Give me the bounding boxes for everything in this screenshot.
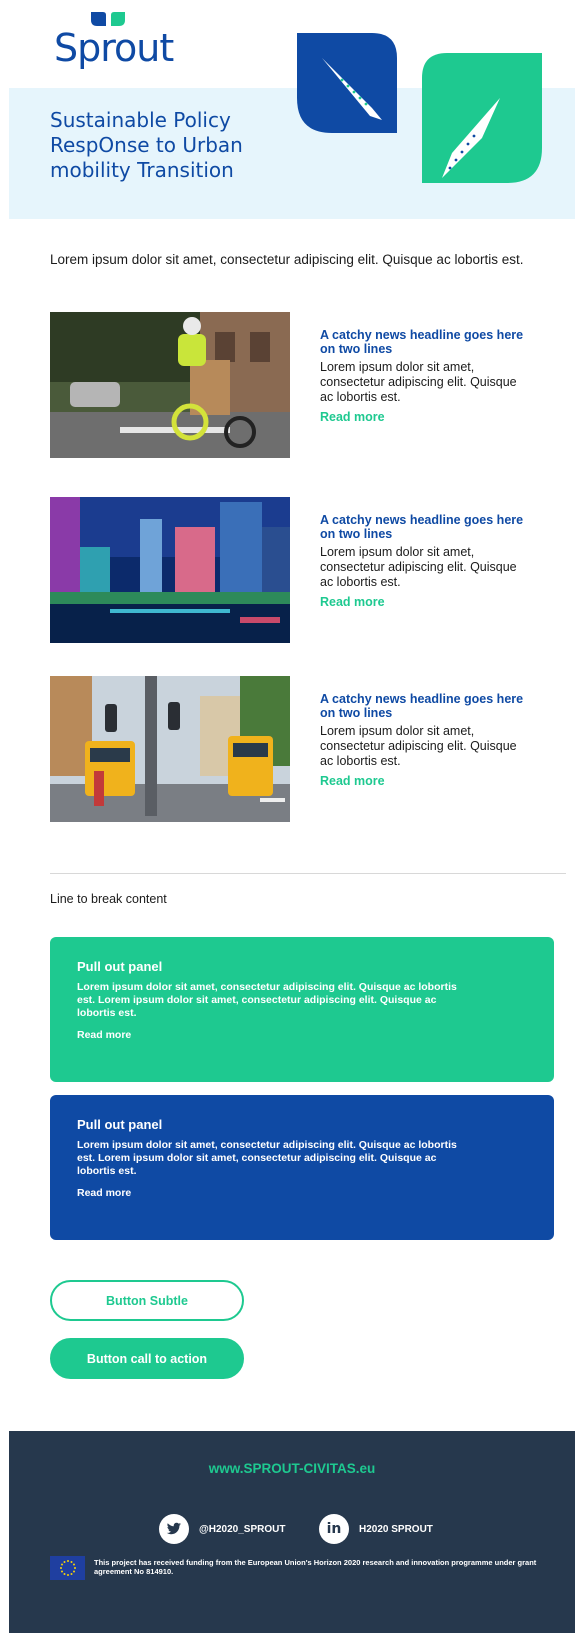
footer-website-link[interactable]: www.SPROUT-CIVITAS.eu: [9, 1461, 575, 1476]
panel-text: Lorem ipsum dolor sit amet, consectetur …: [77, 1139, 457, 1177]
button-subtle[interactable]: Button Subtle: [50, 1280, 244, 1321]
read-more-link[interactable]: Read more: [320, 595, 530, 609]
news-text: Lorem ipsum dolor sit amet, consectetur …: [320, 545, 517, 589]
panel-read-more-link[interactable]: Read more: [77, 1187, 527, 1199]
pull-out-panel-blue: Pull out panel Lorem ipsum dolor sit ame…: [50, 1095, 554, 1240]
break-text: Line to break content: [50, 892, 167, 906]
button-call-to-action[interactable]: Button call to action: [50, 1338, 244, 1379]
content-divider: [50, 873, 566, 874]
read-more-link[interactable]: Read more: [320, 774, 530, 788]
linkedin-link[interactable]: in H2020 SPROUT: [319, 1514, 433, 1544]
newsletter-page: Sprout Sustainable Policy RespOnse to Ur…: [9, 0, 575, 1633]
news-body: A catchy news headline goes here on two …: [320, 692, 530, 788]
news-item: A catchy news headline goes here on two …: [50, 676, 540, 824]
panel-title: Pull out panel: [77, 1117, 163, 1132]
cargo-bike-photo-icon: [50, 312, 290, 458]
news-headline[interactable]: A catchy news headline goes here on two …: [320, 328, 530, 356]
city-night-photo-icon: [50, 497, 290, 643]
twitter-link[interactable]: @H2020_SPROUT: [159, 1514, 285, 1544]
logo-text: Sprout: [54, 26, 174, 70]
panel-title: Pull out panel: [77, 959, 163, 974]
panel-read-more-link[interactable]: Read more: [77, 1029, 527, 1041]
news-headline[interactable]: A catchy news headline goes here on two …: [320, 513, 530, 541]
news-item: A catchy news headline goes here on two …: [50, 497, 540, 645]
news-image-city-night[interactable]: [50, 497, 290, 643]
footer: www.SPROUT-CIVITAS.eu @H2020_SPROUT in H…: [9, 1431, 575, 1633]
news-body: A catchy news headline goes here on two …: [320, 328, 530, 424]
pull-out-panel-green: Pull out panel Lorem ipsum dolor sit ame…: [50, 937, 554, 1082]
news-body: A catchy news headline goes here on two …: [320, 513, 530, 609]
funding-disclaimer: This project has received funding from t…: [94, 1558, 537, 1576]
hero-title: Sustainable Policy RespOnse to Urban mob…: [50, 108, 243, 182]
tram-street-photo-icon: [50, 676, 290, 822]
intro-text: Lorem ipsum dolor sit amet, consectetur …: [50, 252, 524, 267]
linkedin-handle: H2020 SPROUT: [359, 1523, 433, 1535]
news-text: Lorem ipsum dolor sit amet, consectetur …: [320, 724, 517, 768]
news-image-trams[interactable]: [50, 676, 290, 822]
linkedin-icon: in: [319, 1514, 349, 1544]
read-more-link[interactable]: Read more: [320, 410, 530, 424]
news-item: A catchy news headline goes here on two …: [50, 312, 540, 460]
news-image-cargo-bike[interactable]: [50, 312, 290, 458]
twitter-icon: [159, 1514, 189, 1544]
twitter-handle: @H2020_SPROUT: [199, 1523, 286, 1535]
panel-text: Lorem ipsum dolor sit amet, consectetur …: [77, 981, 457, 1019]
leaves-illustration-icon: [297, 33, 542, 183]
sprout-logo[interactable]: Sprout: [54, 8, 194, 70]
news-text: Lorem ipsum dolor sit amet, consectetur …: [320, 360, 517, 404]
news-headline[interactable]: A catchy news headline goes here on two …: [320, 692, 530, 720]
eu-flag-icon: [50, 1556, 85, 1580]
